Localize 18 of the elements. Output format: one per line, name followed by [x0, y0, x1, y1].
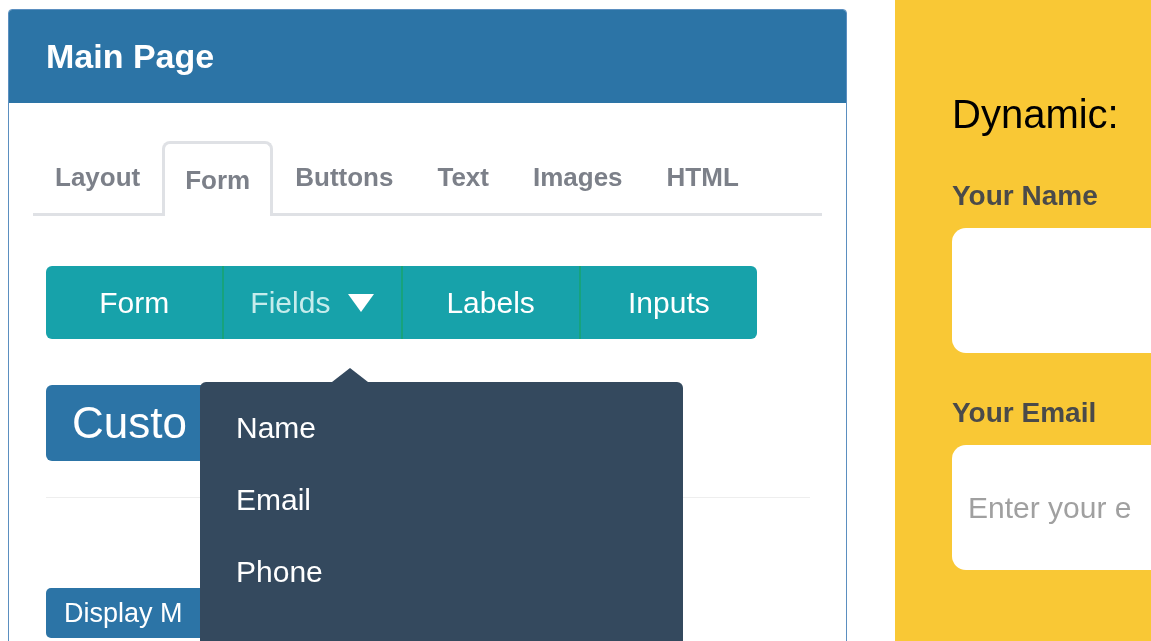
tab[interactable]: Images: [510, 141, 645, 213]
toolbar-button[interactable]: Labels: [400, 266, 579, 339]
toolbar-button[interactable]: Form: [46, 266, 223, 339]
field-label: Your Name: [952, 179, 1099, 213]
tab[interactable]: Text: [415, 141, 511, 213]
preview-title: Dynamic:: [952, 91, 1120, 138]
menu-item[interactable]: Email: [236, 478, 311, 522]
input-field[interactable]: [952, 228, 1151, 353]
toolbar-button[interactable]: Inputs: [578, 266, 757, 339]
input-field[interactable]: Enter your e: [952, 445, 1151, 570]
tab[interactable]: Form: [162, 141, 274, 216]
tab[interactable]: Layout: [33, 141, 163, 213]
field-label: Your Email: [952, 396, 1098, 430]
tab[interactable]: Buttons: [273, 141, 416, 213]
dropdown-button[interactable]: Fields: [222, 266, 401, 339]
panel-title: Main Page: [46, 36, 215, 77]
tab[interactable]: HTML: [644, 141, 761, 213]
menu-item[interactable]: Name: [236, 406, 317, 450]
